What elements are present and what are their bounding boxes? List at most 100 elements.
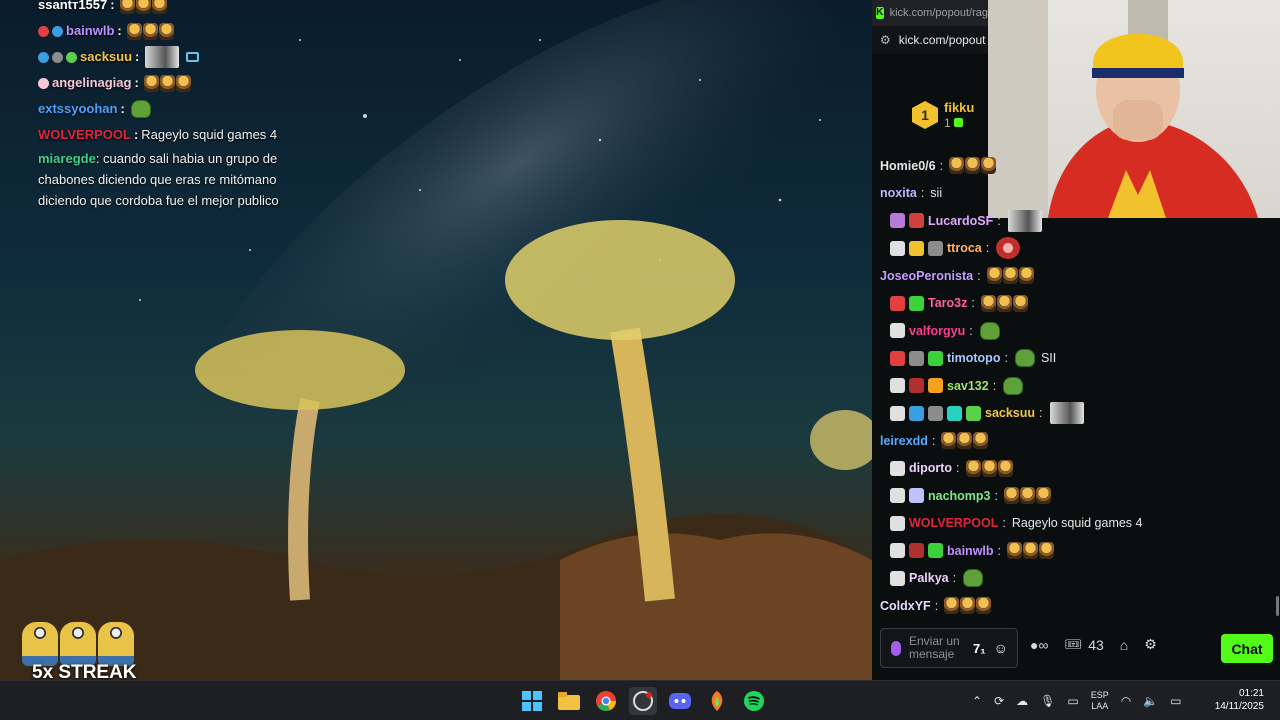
chat-scrollbar[interactable] <box>1276 596 1279 616</box>
clock-time: 01:21 <box>1238 688 1264 699</box>
avatar-emote <box>1007 209 1042 232</box>
chat-message[interactable]: nachomp3: <box>880 482 1272 510</box>
file-explorer-icon[interactable] <box>555 687 583 715</box>
pepe-emote <box>1003 376 1024 395</box>
wifi-icon[interactable]: ◠ <box>1121 694 1131 708</box>
chat-message[interactable]: Palkya: <box>880 565 1272 593</box>
chat-username[interactable]: valforgyu <box>909 324 965 338</box>
chat-message[interactable]: sav132: <box>880 372 1272 400</box>
emoji-icon[interactable]: ☺ <box>994 640 1008 656</box>
clock[interactable]: 01:21 14/11/2025 <box>1206 687 1264 713</box>
overlay-chat-line: bainwlb: <box>38 18 338 44</box>
battery-icon[interactable]: ▭ <box>1170 694 1181 708</box>
red-emote <box>996 237 1021 260</box>
chat-username[interactable]: Palkya <box>909 571 949 585</box>
tv-icon <box>186 52 200 62</box>
chat-message[interactable]: ttroca: <box>880 235 1272 263</box>
chat-message-text: Rageylo squid games 4 <box>1011 516 1143 531</box>
chat-message[interactable]: diporto: <box>880 455 1272 483</box>
chat-message[interactable]: JoseoPeronista: <box>880 262 1272 290</box>
gear-icon[interactable]: ⚙ <box>1144 636 1157 653</box>
chat-username[interactable]: sacksuu <box>985 406 1035 420</box>
chat-input[interactable]: Enviar un mensaje 7₁ ☺ <box>880 628 1018 668</box>
volume-icon[interactable]: 🔈 <box>1143 694 1158 708</box>
mic-icon[interactable] <box>891 640 901 656</box>
kick-logo-icon: K <box>876 7 884 19</box>
mic-tray-icon[interactable]: 🎙 <box>1040 694 1055 708</box>
chat-username[interactable]: noxita <box>880 186 917 200</box>
top-gifter[interactable]: 1 fikku 1 <box>912 100 974 130</box>
badge-icon <box>38 51 49 63</box>
minion-emote <box>949 157 997 175</box>
chat-message[interactable]: bainwlb: <box>880 537 1272 565</box>
chat-username[interactable]: ttroca <box>947 241 982 255</box>
chat-username[interactable]: WOLVERPOOL <box>909 516 998 530</box>
user-badge-icon <box>890 488 905 504</box>
chat-message[interactable]: ColdxYF: <box>880 592 1272 618</box>
kick-chat-messages[interactable]: Homie0/6: noxita: sii LucardoSF: ttroca: Jose… <box>880 152 1272 618</box>
gifter-name: fikku <box>944 100 975 115</box>
chat-username[interactable]: LucardoSF <box>928 214 993 228</box>
chat-username[interactable]: timotopo <box>947 351 1000 365</box>
chat-message-text: sii <box>930 186 943 201</box>
chat-message[interactable]: timotopo: SII <box>880 345 1272 373</box>
discord-icon[interactable] <box>666 687 694 715</box>
language-indicator[interactable]: ESP LAA <box>1091 690 1109 712</box>
user-badge-icon <box>890 543 905 559</box>
chat-username[interactable]: leirexdd <box>880 434 928 448</box>
minion-emote <box>119 0 167 14</box>
chat-message[interactable]: noxita: sii <box>880 180 1272 208</box>
chat-username[interactable]: Taro3z <box>928 296 967 310</box>
user-badge-icon <box>890 570 905 586</box>
colon-separator: : <box>939 158 944 173</box>
user-badge-icon <box>947 405 962 421</box>
chat-username[interactable]: diporto <box>909 461 952 475</box>
chat-message[interactable]: leirexdd: <box>880 427 1272 455</box>
chevron-up-icon[interactable]: ⌃ <box>972 694 982 708</box>
browser-tab[interactable]: K kick.com/popout/rag <box>872 0 988 26</box>
overlay-chat-line: miaregde: cuando sali habia un grupo de … <box>38 151 279 208</box>
chat-username[interactable]: bainwlb <box>947 544 994 558</box>
minion-emote <box>986 267 1034 285</box>
kick-emote-icon[interactable]: 7₁ <box>973 641 986 656</box>
chat-username[interactable]: Homie0/6 <box>880 159 936 173</box>
overlay-username: angelinagiag <box>52 75 132 90</box>
chat-username[interactable]: ColdxYF <box>880 599 931 613</box>
obs-icon[interactable] <box>629 687 657 715</box>
chat-message[interactable]: Taro3z: <box>880 290 1272 318</box>
colon-separator: : <box>969 323 973 338</box>
infinity-icon[interactable]: ●∞ <box>1030 637 1048 653</box>
chat-username[interactable]: sav132 <box>947 379 989 393</box>
store-icon[interactable]: ⌂ <box>1120 637 1128 653</box>
chat-message[interactable]: Homie0/6: <box>880 152 1272 180</box>
spotify-icon[interactable] <box>740 687 768 715</box>
chat-message[interactable]: WOLVERPOOL: Rageylo squid games 4 <box>880 510 1272 538</box>
colon-separator: : <box>997 213 1001 228</box>
lang-bottom: LAA <box>1091 701 1109 711</box>
colon-separator: : <box>971 296 975 311</box>
badge-icon <box>52 51 63 63</box>
colon-separator: : <box>1004 351 1008 366</box>
chat-send-button[interactable]: Chat <box>1221 634 1273 663</box>
points-counter[interactable]: 🎟 43 <box>1064 636 1103 653</box>
chat-username[interactable]: nachomp3 <box>928 489 991 503</box>
chrome-icon[interactable] <box>592 687 620 715</box>
fl-studio-icon[interactable] <box>703 687 731 715</box>
site-settings-icon[interactable]: ⚙ <box>880 33 891 47</box>
sync-icon[interactable]: ⟳ <box>994 694 1004 708</box>
user-badge-icon <box>928 240 943 256</box>
rank-badge: 1 <box>912 101 938 129</box>
user-badge-icon <box>890 515 905 531</box>
address-bar[interactable]: ⚙ kick.com/popout <box>872 26 988 54</box>
windows-start-icon[interactable] <box>518 687 546 715</box>
cloud-icon[interactable]: ☁ <box>1016 694 1028 708</box>
colon-separator: : <box>956 461 960 476</box>
chat-username[interactable]: JoseoPeronista <box>880 269 973 283</box>
chat-message[interactable]: LucardoSF: <box>880 207 1272 235</box>
user-badge-icon <box>928 543 943 559</box>
chat-message[interactable]: sacksuu: <box>880 400 1272 428</box>
colon-separator: : <box>985 241 990 256</box>
display-icon[interactable]: ▭ <box>1067 694 1078 708</box>
ticket-icon: 🎟 <box>1064 636 1083 652</box>
chat-message[interactable]: valforgyu: <box>880 317 1272 345</box>
